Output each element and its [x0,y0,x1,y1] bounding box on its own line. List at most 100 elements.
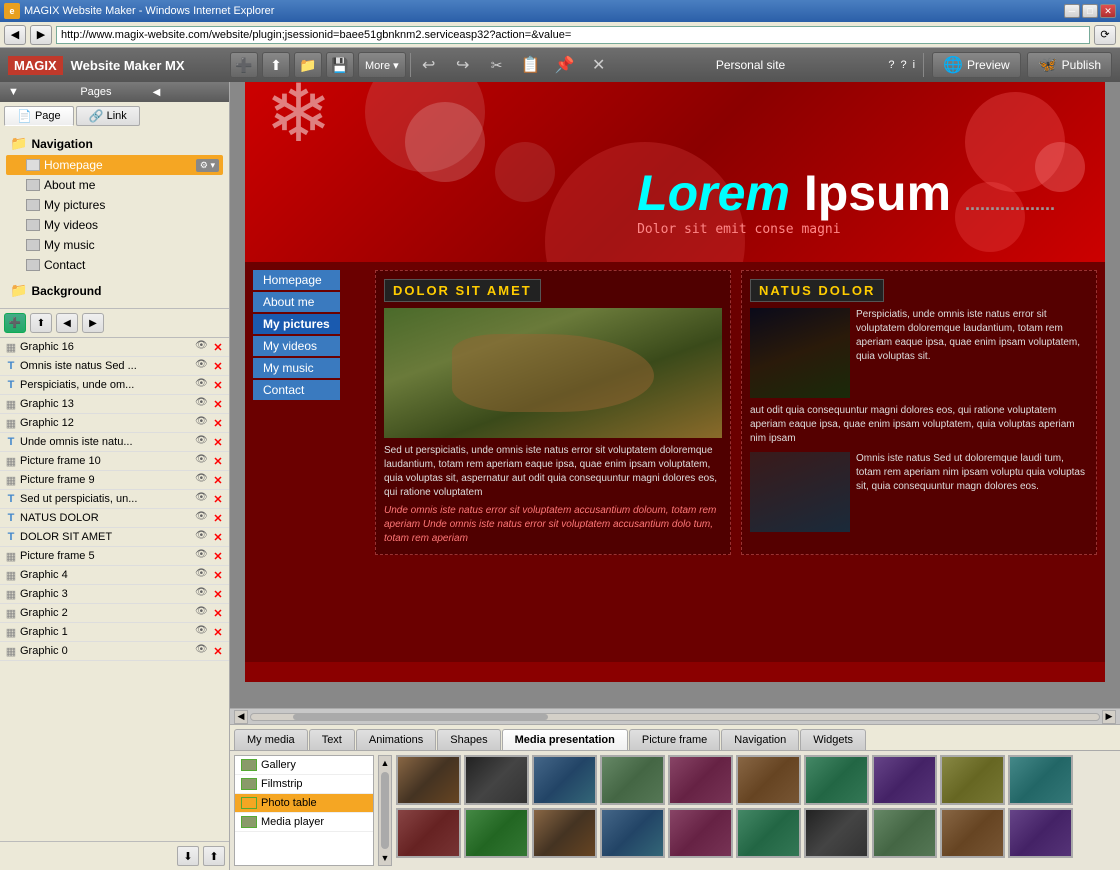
layer-visibility-button[interactable]: 👁 [195,416,209,430]
homepage-settings-button[interactable]: ⚙ ▾ [196,159,219,172]
layer-visibility-button[interactable]: 👁 [195,549,209,563]
upload-button[interactable]: ⬆ [262,52,290,78]
layer-visibility-button[interactable]: 👁 [195,606,209,620]
media-thumb-7[interactable] [872,755,937,805]
layer-item[interactable]: ▦Graphic 13👁✕ [0,395,229,414]
move-page-up-button[interactable]: ⬆ [30,313,52,333]
next-page-button[interactable]: ▶ [82,313,104,333]
close-button[interactable]: ✕ [1100,4,1116,18]
layer-delete-button[interactable]: ✕ [211,568,225,582]
media-thumb-11[interactable] [464,808,529,858]
layer-delete-button[interactable]: ✕ [211,625,225,639]
media-thumb-3[interactable] [600,755,665,805]
media-thumb-2[interactable] [532,755,597,805]
layer-visibility-button[interactable]: 👁 [195,644,209,658]
scrollbar-thumb[interactable] [293,714,547,720]
publish-button[interactable]: 🦋 Publish [1027,52,1112,78]
media-thumb-12[interactable] [532,808,597,858]
media-thumb-0[interactable] [396,755,461,805]
layer-item[interactable]: ▦Graphic 16👁✕ [0,338,229,357]
media-thumb-19[interactable] [1008,808,1073,858]
layer-visibility-button[interactable]: 👁 [195,587,209,601]
nav-videos[interactable]: My videos [253,336,340,356]
bottom-tab-my-media[interactable]: My media [234,729,308,750]
media-thumb-14[interactable] [668,808,733,858]
layer-visibility-button[interactable]: 👁 [195,340,209,354]
layer-delete-button[interactable]: ✕ [211,530,225,544]
media-thumb-18[interactable] [940,808,1005,858]
layer-item[interactable]: ▦Graphic 0👁✕ [0,642,229,661]
tree-item-music[interactable]: My music [6,235,223,255]
layer-visibility-button[interactable]: 👁 [195,397,209,411]
folder-button[interactable]: 📁 [294,52,322,78]
tree-item-homepage[interactable]: Homepage ⚙ ▾ [6,155,223,175]
tab-link[interactable]: 🔗 Link [76,106,140,126]
media-list-item-media-player[interactable]: Media player [235,813,373,832]
paste-button[interactable]: 📌 [551,52,579,78]
media-thumb-13[interactable] [600,808,665,858]
layer-delete-button[interactable]: ✕ [211,378,225,392]
media-thumb-1[interactable] [464,755,529,805]
scroll-right-button[interactable]: ▶ [1102,710,1116,724]
forward-button[interactable]: ▶ [30,25,52,45]
media-thumb-16[interactable] [804,808,869,858]
bottom-tab-navigation[interactable]: Navigation [721,729,799,750]
layer-delete-button[interactable]: ✕ [211,606,225,620]
canvas-area[interactable]: ❄ Lorem Ipsum .................. Dolor s… [230,82,1120,708]
layer-delete-button[interactable]: ✕ [211,473,225,487]
media-thumb-15[interactable] [736,808,801,858]
layer-item[interactable]: TDOLOR SIT AMET👁✕ [0,528,229,547]
layer-visibility-button[interactable]: 👁 [195,454,209,468]
media-scroll-thumb[interactable] [381,772,389,849]
delete-button[interactable]: ✕ [585,52,613,78]
layer-delete-button[interactable]: ✕ [211,549,225,563]
layer-item[interactable]: TPerspiciatis, unde om...👁✕ [0,376,229,395]
media-thumb-4[interactable] [668,755,733,805]
layer-item[interactable]: TUnde omnis iste natu...👁✕ [0,433,229,452]
more-button[interactable]: More ▾ [358,52,406,78]
layer-item[interactable]: ▦Picture frame 10👁✕ [0,452,229,471]
media-scroll-down[interactable]: ▼ [379,851,392,865]
layer-delete-button[interactable]: ✕ [211,587,225,601]
add-button[interactable]: ➕ [230,52,258,78]
bottom-tab-text[interactable]: Text [309,729,355,750]
layer-visibility-button[interactable]: 👁 [195,359,209,373]
layer-visibility-button[interactable]: 👁 [195,568,209,582]
preview-button[interactable]: 🌐 Preview [932,52,1021,78]
help1[interactable]: ? [888,59,894,71]
layer-delete-button[interactable]: ✕ [211,644,225,658]
h-scrollbar[interactable]: ◀ ▶ [230,708,1120,724]
nav-about[interactable]: About me [253,292,340,312]
media-list-item-gallery[interactable]: Gallery [235,756,373,775]
layer-delete-button[interactable]: ✕ [211,492,225,506]
layer-delete-button[interactable]: ✕ [211,511,225,525]
layer-item[interactable]: ▦Graphic 12👁✕ [0,414,229,433]
minimize-button[interactable]: ─ [1064,4,1080,18]
media-list-item-filmstrip[interactable]: Filmstrip [235,775,373,794]
tree-item-about[interactable]: About me [6,175,223,195]
layer-visibility-button[interactable]: 👁 [195,530,209,544]
media-list-item-photo-table[interactable]: Photo table [235,794,373,813]
help2[interactable]: ? [901,59,907,71]
media-scrollbar[interactable]: ▲ ▼ [378,755,392,866]
layer-item[interactable]: ▦Picture frame 5👁✕ [0,547,229,566]
tree-item-contact[interactable]: Contact [6,255,223,275]
move-layer-up-button[interactable]: ⬆ [203,846,225,866]
add-page-button[interactable]: ➕ [4,313,26,333]
bottom-tab-shapes[interactable]: Shapes [437,729,500,750]
media-thumb-6[interactable] [804,755,869,805]
bottom-tab-media-presentation[interactable]: Media presentation [502,729,628,750]
layer-item[interactable]: ▦Graphic 4👁✕ [0,566,229,585]
sidebar-collapse-button[interactable]: ◀ [153,87,221,98]
tab-page[interactable]: 📄 Page [4,106,74,126]
nav-pictures[interactable]: My pictures [253,314,340,334]
layer-item[interactable]: ▦Picture frame 9👁✕ [0,471,229,490]
address-input[interactable] [56,26,1090,44]
tree-navigation-header[interactable]: 📁 Navigation [6,132,223,155]
scrollbar-track[interactable] [250,713,1100,721]
bottom-tab-widgets[interactable]: Widgets [800,729,866,750]
cut-button[interactable]: ✂ [483,52,511,78]
redo-button[interactable]: ↪ [449,52,477,78]
layer-delete-button[interactable]: ✕ [211,340,225,354]
copy-button[interactable]: 📋 [517,52,545,78]
